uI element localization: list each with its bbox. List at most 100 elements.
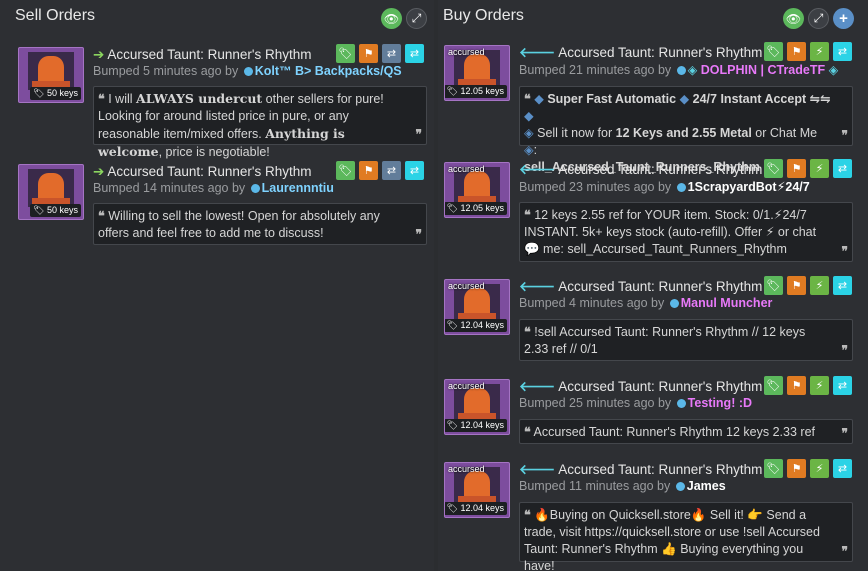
status-dot <box>676 399 686 408</box>
item-thumbnail[interactable]: accursed 🏷 12.05 keys <box>444 162 510 218</box>
flag-icon[interactable]: ⚑ <box>359 44 378 63</box>
comment-text: or Chat Me <box>751 126 818 140</box>
bump-info: Bumped 4 minutes ago by Manul Muncher <box>519 296 772 310</box>
swap-icon[interactable]: ⇄ <box>382 44 401 63</box>
item-name[interactable]: 🡐 Accursed Taunt: Runner's Rhythm <box>519 162 762 178</box>
tag-icon[interactable]: 🏷 <box>764 459 783 478</box>
bump-text: Bumped 14 minutes ago by <box>93 181 246 195</box>
price-tag: 🏷 12.04 keys <box>445 502 507 515</box>
tag-icon[interactable]: 🏷 <box>764 42 783 61</box>
quote-close-icon: ❞ <box>841 426 848 440</box>
comment-box: ❝ Willing to sell the lowest! Open for a… <box>93 203 427 245</box>
eye-icon[interactable]: 👁 <box>381 8 402 29</box>
quote-open-icon: ❝ <box>98 91 105 106</box>
item-name[interactable]: 🡐 Accursed Taunt: Runner's Rhythm <box>519 45 762 61</box>
tag-icon[interactable]: 🏷 <box>764 276 783 295</box>
diamond-icon: ◆ <box>679 92 690 106</box>
thumb-label: accursed <box>448 464 485 474</box>
user-link[interactable]: Kolt™ B> Backpacks/QS <box>255 64 402 78</box>
diamond-icon: ◆ <box>524 109 534 123</box>
item-thumbnail[interactable]: accursed 🏷 12.04 keys <box>444 279 510 335</box>
action-buttons: 🏷 ⚑ ⚡ ⇄ <box>764 42 852 61</box>
item-thumbnail[interactable]: accursed 🏷 12.04 keys <box>444 379 510 435</box>
comment-text: 🔥Buying on Quicksell.store🔥 Sell it! 👉 S… <box>524 508 820 571</box>
quote-close-icon: ❞ <box>415 127 422 141</box>
quote-close-icon: ❞ <box>415 227 422 241</box>
trade-icon[interactable]: ⇄ <box>833 376 852 395</box>
lightning-icon[interactable]: ⚡ <box>810 276 829 295</box>
listing-item: 🏷 50 keys ➔ Accursed Taunt: Runner's Rhy… <box>18 44 428 159</box>
tag-icon[interactable]: 🏷 <box>336 161 355 180</box>
price-tag: 🏷 12.05 keys <box>445 202 507 215</box>
comment-emphasis: 24/7 Instant Accept ⇋⇋ <box>692 92 831 106</box>
user-link[interactable]: Manul Muncher <box>681 296 773 310</box>
price-value: 50 keys <box>46 88 78 98</box>
item-name[interactable]: ➔ Accursed Taunt: Runner's Rhythm <box>93 164 312 180</box>
comment-box: ❝ !sell Accursed Taunt: Runner's Rhythm … <box>519 319 853 361</box>
arrow-right-icon: ➔ <box>93 164 105 179</box>
trade-icon[interactable]: ⇄ <box>405 44 424 63</box>
price-tag: 🏷 50 keys <box>30 204 81 217</box>
tag-icon[interactable]: 🏷 <box>764 376 783 395</box>
item-thumbnail[interactable]: 🏷 50 keys <box>18 47 84 103</box>
action-buttons: 🏷 ⚑ ⇄ ⇄ <box>336 44 424 63</box>
comment-text: 12 keys 2.55 ref for YOUR item. Stock: 0… <box>524 208 817 256</box>
tag-icon[interactable]: 🏷 <box>764 159 783 178</box>
flag-icon[interactable]: ⚑ <box>359 161 378 180</box>
sell-orders-title: Sell Orders <box>15 7 96 24</box>
arrow-left-icon: 🡐 <box>519 162 556 177</box>
lightning-icon[interactable]: ⚡ <box>810 159 829 178</box>
add-icon[interactable]: + <box>833 8 854 29</box>
item-name-text: Accursed Taunt: Runner's Rhythm <box>558 279 763 294</box>
comment-box: ❝ 12 keys 2.55 ref for YOUR item. Stock:… <box>519 202 853 262</box>
sell-header-buttons: 👁 ⤢ <box>381 8 427 29</box>
comment-emphasis: 12 Keys and 2.55 Metal <box>615 126 752 140</box>
trade-icon[interactable]: ⇄ <box>833 459 852 478</box>
price-tag: 🏷 12.04 keys <box>445 319 507 332</box>
expand-icon[interactable]: ⤢ <box>406 8 427 29</box>
flag-icon[interactable]: ⚑ <box>787 459 806 478</box>
thumb-label: accursed <box>448 381 485 391</box>
tag-icon[interactable]: 🏷 <box>336 44 355 63</box>
user-link[interactable]: Testing! :D <box>688 396 752 410</box>
sell-orders-panel: Sell Orders 👁 ⤢ 🏷 50 keys ➔ Accursed Tau… <box>0 0 434 571</box>
user-link[interactable]: DOLPHIN | CTradeTF <box>701 63 825 77</box>
user-link[interactable]: Laurennntiu <box>262 181 334 195</box>
trade-icon[interactable]: ⇄ <box>833 42 852 61</box>
flag-icon[interactable]: ⚑ <box>787 42 806 61</box>
lightning-icon[interactable]: ⚡ <box>810 459 829 478</box>
user-link[interactable]: James <box>687 479 726 493</box>
user-link[interactable]: 1ScrapyardBot⚡24/7 <box>688 180 810 194</box>
expand-icon[interactable]: ⤢ <box>808 8 829 29</box>
item-name-text: Accursed Taunt: Runner's Rhythm <box>107 47 312 62</box>
trade-icon[interactable]: ⇄ <box>405 161 424 180</box>
lightning-icon[interactable]: ⚡ <box>810 42 829 61</box>
comment-text: I will <box>108 92 136 106</box>
price-value: 12.05 keys <box>460 86 504 96</box>
item-thumbnail[interactable]: accursed 🏷 12.05 keys <box>444 45 510 101</box>
quote-close-icon: ❞ <box>841 343 848 357</box>
comment-text: Willing to sell the lowest! Open for abs… <box>98 209 380 240</box>
flag-icon[interactable]: ⚑ <box>787 159 806 178</box>
listing-item: accursed 🏷 12.04 keys 🡐 Accursed Taunt: … <box>444 376 864 447</box>
swap-icon[interactable]: ⇄ <box>382 161 401 180</box>
comment-box: ❝ I will ALWAYS undercut other sellers f… <box>93 86 427 159</box>
listing-item: accursed 🏷 12.04 keys 🡐 Accursed Taunt: … <box>444 276 864 363</box>
eye-icon[interactable]: 👁 <box>783 8 804 29</box>
item-thumbnail[interactable]: accursed 🏷 12.04 keys <box>444 462 510 518</box>
lightning-icon[interactable]: ⚡ <box>810 376 829 395</box>
bump-info: Bumped 21 minutes ago by ◈ DOLPHIN | CTr… <box>519 62 838 77</box>
item-name[interactable]: 🡐 Accursed Taunt: Runner's Rhythm <box>519 379 762 395</box>
flag-icon[interactable]: ⚑ <box>787 276 806 295</box>
arrow-left-icon: 🡐 <box>519 279 556 294</box>
flag-icon[interactable]: ⚑ <box>787 376 806 395</box>
trade-icon[interactable]: ⇄ <box>833 276 852 295</box>
item-name[interactable]: 🡐 Accursed Taunt: Runner's Rhythm <box>519 279 762 295</box>
trade-icon[interactable]: ⇄ <box>833 159 852 178</box>
bump-text: Bumped 5 minutes ago by <box>93 64 239 78</box>
bump-info: Bumped 14 minutes ago by Laurennntiu <box>93 181 334 195</box>
item-thumbnail[interactable]: 🏷 50 keys <box>18 164 84 220</box>
item-name[interactable]: ➔ Accursed Taunt: Runner's Rhythm <box>93 47 312 63</box>
quote-open-icon: ❝ <box>524 91 531 106</box>
item-name[interactable]: 🡐 Accursed Taunt: Runner's Rhythm <box>519 462 762 478</box>
